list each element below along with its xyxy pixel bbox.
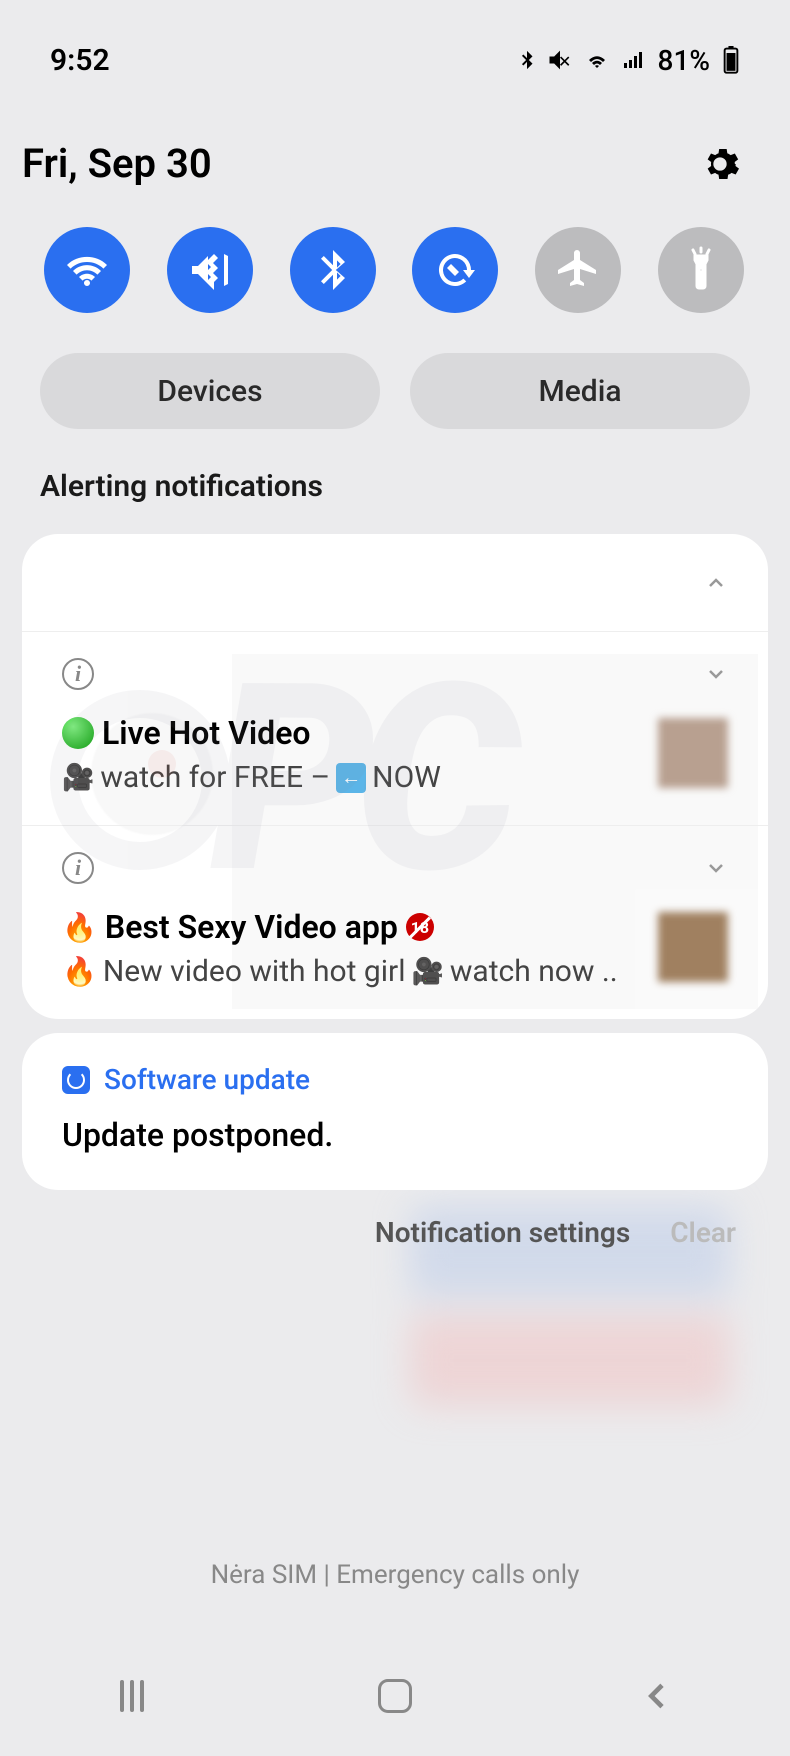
- camera-icon: 🎥: [411, 957, 443, 987]
- media-button[interactable]: Media: [410, 353, 750, 429]
- bluetooth-status-icon: [516, 46, 538, 74]
- qs-bluetooth-toggle[interactable]: [290, 227, 376, 313]
- no-18-icon: 18: [406, 913, 434, 941]
- qs-flashlight-toggle[interactable]: [658, 227, 744, 313]
- panels-row: Devices Media: [0, 353, 790, 469]
- notification-thumbnail: [658, 718, 728, 788]
- notification-item[interactable]: i 🔥 Best Sexy Video app 18 🔥 New video w…: [22, 826, 768, 1019]
- section-header: Alerting notifications: [0, 469, 790, 534]
- notification-desc: 🔥 New video with hot girl 🎥 watch now ..: [62, 954, 644, 989]
- notification-thumbnail: [658, 912, 728, 982]
- nav-home-button[interactable]: [375, 1676, 415, 1716]
- clear-button[interactable]: Clear: [670, 1216, 736, 1249]
- footer-actions: Notification settings Clear: [0, 1190, 790, 1275]
- battery-icon: [722, 46, 740, 74]
- mute-vibrate-icon: [186, 246, 234, 294]
- status-time: 9:52: [50, 43, 110, 78]
- chevron-up-icon: [704, 571, 728, 595]
- quick-settings-row: [0, 217, 790, 353]
- battery-percent: 81%: [658, 44, 710, 77]
- status-icons: 81%: [516, 44, 740, 77]
- signal-status-icon: [620, 48, 646, 72]
- notification-group-header[interactable]: [22, 534, 768, 632]
- navigation-bar: [0, 1636, 790, 1756]
- software-update-notification[interactable]: Software update Update postponed.: [22, 1033, 768, 1190]
- settings-gear-icon[interactable]: [700, 144, 740, 184]
- fire-icon: 🔥: [62, 911, 97, 944]
- nav-back-button[interactable]: [638, 1676, 678, 1716]
- header-row: Fri, Sep 30: [0, 100, 790, 217]
- notification-desc: 🎥 watch for FREE – ← NOW: [62, 760, 644, 795]
- notification-title: Live Hot Video: [62, 714, 644, 752]
- date-text: Fri, Sep 30: [22, 140, 212, 187]
- nav-recent-button[interactable]: [112, 1676, 152, 1716]
- chevron-down-icon[interactable]: [704, 856, 728, 880]
- status-bar: 9:52 81%: [0, 0, 790, 100]
- qs-airplane-toggle[interactable]: [535, 227, 621, 313]
- recent-icon: [120, 1680, 144, 1712]
- info-icon: i: [62, 658, 94, 690]
- back-icon: [642, 1680, 674, 1712]
- wifi-icon: [63, 246, 111, 294]
- green-dot-icon: [62, 717, 94, 749]
- software-update-app-name: Software update: [104, 1063, 310, 1096]
- bluetooth-icon: [309, 246, 357, 294]
- mute-status-icon: [546, 46, 574, 74]
- airplane-icon: [554, 246, 602, 294]
- software-update-body: Update postponed.: [62, 1116, 728, 1154]
- camera-icon: 🎥: [62, 763, 94, 793]
- qs-rotate-toggle[interactable]: [412, 227, 498, 313]
- sim-status-text: Nėra SIM | Emergency calls only: [0, 1560, 790, 1590]
- auto-rotate-icon: [431, 246, 479, 294]
- info-icon: i: [62, 852, 94, 884]
- devices-button[interactable]: Devices: [40, 353, 380, 429]
- home-icon: [378, 1679, 412, 1713]
- flashlight-icon: [677, 246, 725, 294]
- fire-icon: 🔥: [62, 955, 97, 988]
- notification-settings-button[interactable]: Notification settings: [375, 1216, 630, 1249]
- qs-mute-toggle[interactable]: [167, 227, 253, 313]
- back-arrow-box-icon: ←: [336, 763, 366, 793]
- notification-title: 🔥 Best Sexy Video app 18: [62, 908, 644, 946]
- notification-item[interactable]: i Live Hot Video 🎥 watch for FREE – ← NO…: [22, 632, 768, 826]
- qs-wifi-toggle[interactable]: [44, 227, 130, 313]
- software-update-icon: [62, 1066, 90, 1094]
- notification-group: i Live Hot Video 🎥 watch for FREE – ← NO…: [22, 534, 768, 1019]
- chevron-down-icon[interactable]: [704, 662, 728, 686]
- wifi-status-icon: [582, 48, 612, 72]
